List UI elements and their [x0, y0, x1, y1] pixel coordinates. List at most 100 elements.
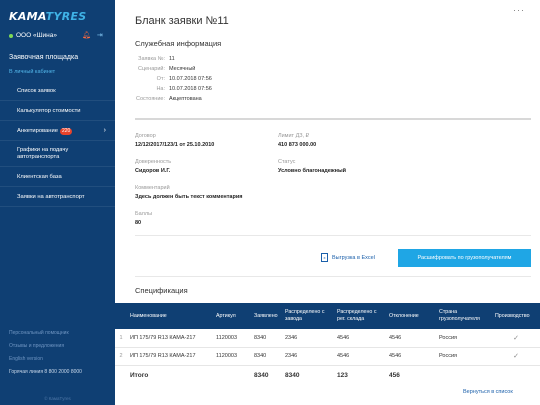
table-header-row: Наименование Артикул Заявлено Распределе… — [115, 303, 540, 329]
status-label: Статус — [278, 159, 296, 165]
logout-icon[interactable]: ⇥ — [97, 31, 103, 39]
sidebar-item-schedules[interactable]: Графики на подачу автотранспорта — [0, 141, 115, 167]
contract-label: Договор — [135, 133, 156, 139]
footer-links: Персональный помощник Отзывы и предложен… — [9, 330, 82, 375]
col-name[interactable]: Наименование — [127, 303, 213, 329]
sidebar-item-label: Анкетирование — [17, 128, 58, 134]
cell-article: 1120003 — [213, 329, 251, 348]
limit-value: 410 873 000.00 — [278, 142, 317, 148]
sidebar-item-label: Список заявок — [17, 88, 56, 94]
col-deviation[interactable]: Отклонение — [386, 303, 436, 329]
col-index — [115, 303, 127, 329]
check-icon: ✓ — [513, 353, 519, 360]
comment-value: Здесь должен быть текст комментария — [135, 194, 243, 200]
sidebar-item-survey[interactable]: Анкетирование 220 › — [0, 121, 115, 141]
col-country[interactable]: Страна грузополучателя — [436, 303, 492, 329]
cell-declared: 8340 — [251, 347, 282, 366]
sidebar-item-calculator[interactable]: Калькулятор стоимости — [0, 101, 115, 121]
cell-declared: 8340 — [251, 329, 282, 348]
divider — [135, 235, 531, 236]
english-link[interactable]: English version — [9, 356, 82, 362]
cell-factory: 2346 — [282, 347, 334, 366]
sidebar-item-label: Клиентская база — [17, 174, 62, 180]
attorney-label: Доверенность — [135, 159, 172, 165]
sidebar-item-label: Графики на подачу автотранспорта — [17, 147, 69, 160]
cell-production — [492, 365, 540, 385]
spec-title: Спецификация — [135, 286, 188, 295]
total-declared: 8340 — [254, 371, 269, 379]
total-label: Итого — [130, 371, 149, 379]
sidebar-item-requests[interactable]: Список заявок — [0, 81, 115, 101]
excel-export-link[interactable]: x Выгрузка в Excel — [321, 253, 375, 262]
cell-country: Россия — [436, 347, 492, 366]
sidebar-item-clients[interactable]: Клиентская база — [0, 167, 115, 187]
total-factory: 8340 — [285, 371, 300, 379]
specification-table: Наименование Артикул Заявлено Распределе… — [115, 303, 540, 385]
col-from-warehouse[interactable]: Распределено с рег. склада — [334, 303, 386, 329]
sidebar-nav: Список заявок Калькулятор стоимости Анке… — [0, 81, 115, 207]
col-from-factory[interactable]: Распределено с завода — [282, 303, 334, 329]
cell-factory: 2346 — [282, 329, 334, 348]
row-index — [115, 365, 127, 385]
bell-icon[interactable]: 🔔︎ — [82, 31, 91, 39]
cell-article: 1120003 — [213, 347, 251, 366]
logo-tyres: TYRES — [45, 10, 87, 23]
logo-kama: KAMA — [9, 10, 46, 23]
document-icon: x — [321, 253, 328, 262]
cell-article — [213, 365, 251, 385]
sidebar-item-label: Заявки на автотранспорт — [17, 194, 85, 200]
status-value: Условно благонадежный — [278, 168, 347, 174]
status-dot-icon — [9, 33, 13, 38]
assistant-link[interactable]: Персональный помощник — [9, 330, 82, 336]
table-total-row: Итого 8340 8340 123 456 — [115, 365, 540, 385]
sidebar-item-transport-requests[interactable]: Заявки на автотранспорт — [0, 187, 115, 207]
service-info-title: Служебная информация — [135, 39, 222, 48]
service-row: Состояние: Акцептована — [136, 96, 202, 102]
cell-country: Россия — [436, 329, 492, 348]
table-row[interactable]: 2 ИП 175/79 R13 КАМА-217 1120003 8340 23… — [115, 347, 540, 366]
company-selector[interactable]: ООО «Шина» — [9, 32, 57, 39]
cell-country — [436, 365, 492, 385]
total-deviation: 456 — [389, 371, 400, 379]
hotline-text: Горячая линия 8 800 2000 8000 — [9, 369, 82, 375]
contract-value: 12/12/2017/123/1 от 25.10.2010 — [135, 142, 215, 148]
header-icons: 🔔︎ ⇥ — [82, 31, 103, 39]
comment-label: Комментарий — [135, 185, 170, 191]
copyright: © КамаТyres — [44, 396, 71, 401]
count-badge: 220 — [59, 128, 73, 135]
nav-cabinet-link[interactable]: В личный кабинет — [9, 69, 55, 75]
check-icon: ✓ — [513, 334, 519, 342]
cell-deviation: 4546 — [386, 347, 436, 366]
attorney-value: Сидоров И.Г. — [135, 168, 171, 174]
service-row: Заявка №: 11 — [138, 56, 175, 62]
sidebar-item-label: Калькулятор стоимости — [17, 108, 81, 114]
excel-export-label: Выгрузка в Excel — [332, 254, 375, 261]
points-value: 80 — [135, 220, 142, 226]
cell-production: ✓ — [492, 329, 540, 348]
col-production[interactable]: Производство — [492, 303, 540, 329]
cell-warehouse: 4546 — [334, 329, 386, 348]
company-name: ООО «Шина» — [16, 32, 57, 39]
cell-deviation: 4546 — [386, 329, 436, 348]
col-declared[interactable]: Заявлено — [251, 303, 282, 329]
more-menu-icon[interactable]: ··· — [513, 5, 525, 15]
cell-production: ✓ — [492, 347, 540, 366]
row-index: 1 — [115, 329, 127, 348]
service-row: От: 10.07.2018 07:56 — [156, 76, 212, 82]
total-warehouse: 123 — [337, 371, 348, 379]
col-article[interactable]: Артикул — [213, 303, 251, 329]
cell-name: ИП 175/79 R13 КАМА-217 — [127, 347, 213, 366]
back-to-list-link[interactable]: Вернуться в список — [463, 389, 513, 395]
kama-tyres-logo[interactable]: KAMATYRES — [9, 10, 87, 23]
feedback-link[interactable]: Отзывы и предложения — [9, 343, 82, 349]
cell-name: ИП 175/79 R13 КАМА-217 — [127, 329, 213, 348]
row-index: 2 — [115, 347, 127, 366]
chevron-right-icon: › — [103, 127, 106, 134]
points-label: Баллы — [135, 211, 153, 217]
nav-title[interactable]: Заявочная площадка — [9, 54, 78, 61]
table-row[interactable]: 1 ИП 175/79 R13 КАМА-217 1120003 8340 23… — [115, 329, 540, 348]
service-row: Сценарий: Месячный — [138, 66, 196, 72]
divider — [135, 118, 531, 120]
page-title: Бланк заявки №11 — [135, 15, 229, 27]
decode-by-consignee-button[interactable]: Расшифровать по грузополучателям — [398, 249, 531, 267]
